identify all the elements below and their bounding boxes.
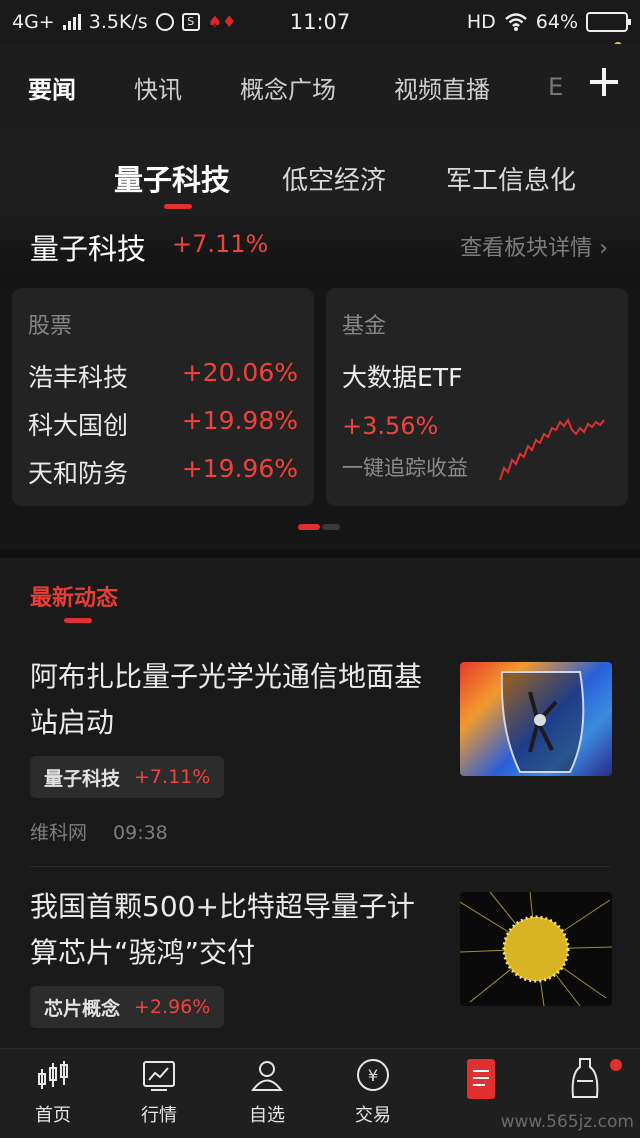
tab-video-live[interactable]: 视频直播 [394, 70, 490, 105]
news-meta: 维科网 09:38 [30, 818, 168, 845]
sector-tab-military-it[interactable]: 军工信息化 [446, 160, 576, 197]
stock-name: 浩丰科技 [28, 363, 129, 392]
sector-detail-link[interactable]: 查看板块详情 › [460, 230, 608, 262]
fund-card-title: 基金 [342, 314, 387, 339]
stock-row[interactable]: 科大国创 +19.98% [28, 406, 298, 442]
news-title-indicator [64, 618, 92, 623]
yuan-icon: ¥ [357, 1059, 389, 1091]
bottom-nav: 首页 行情 自选 ¥ 交易 www.565jz.com [0, 1048, 640, 1138]
news-source: 维科网 [30, 822, 88, 844]
sector-tab-indicator [164, 204, 192, 209]
stock-name: 科大国创 [28, 411, 129, 440]
nav-trade[interactable]: ¥ 交易 [328, 1057, 418, 1127]
top-nav: 要闻 快讯 概念广场 视频直播 E [0, 44, 640, 130]
candlestick-icon [38, 1061, 68, 1089]
status-bar: 4G+ 3.5K/s S ♠♦ 11:07 HD 64% [0, 0, 640, 44]
svg-text:¥: ¥ [368, 1066, 378, 1085]
pager-dot [322, 524, 340, 530]
fund-change: +3.56% [342, 412, 439, 440]
sector-tab-quantum[interactable]: 量子科技 [114, 157, 230, 199]
news-headline[interactable]: 我国首颗500+比特超导量子计算芯片“骁鸿”交付 [30, 884, 430, 976]
cards-notification-icon: ♠♦ [207, 12, 237, 31]
news-tag-name: 量子科技 [44, 767, 121, 790]
plus-icon[interactable] [590, 68, 618, 96]
news-time: 09:38 [113, 822, 168, 844]
stocks-card-title: 股票 [28, 314, 73, 339]
notification-dot [610, 1059, 622, 1071]
news-separator [30, 866, 610, 867]
pager-dot-active [298, 524, 320, 530]
chart-icon [143, 1061, 175, 1091]
wifi-icon [504, 13, 527, 31]
signal-icon [62, 14, 81, 30]
sector-detail-label: 查看板块详情 [460, 236, 593, 261]
news-tag[interactable]: 芯片概念 +2.96% [30, 986, 225, 1028]
tab-overflow[interactable]: E [548, 73, 563, 101]
news-tag-change: +7.11% [134, 766, 211, 788]
network-speed: 3.5K/s [88, 11, 148, 33]
news-section: 最新动态 阿布扎比量子光学光通信地面基站启动 量子科技 +7.11% 维科网 09… [0, 558, 640, 1048]
battery-icon [586, 12, 631, 32]
carousel-pager [298, 524, 342, 530]
tab-flash[interactable]: 快讯 [134, 70, 182, 105]
news-tag[interactable]: 量子科技 +7.11% [30, 756, 225, 798]
app-notification-icon [155, 13, 174, 31]
nav-news[interactable] [436, 1057, 526, 1109]
news-headline[interactable]: 阿布扎比量子光学光通信地面基站启动 [30, 654, 430, 746]
bottle-icon [571, 1058, 599, 1098]
nav-market[interactable]: 行情 [114, 1057, 204, 1127]
sector-tabs: 量子科技 低空经济 军工信息化 [0, 130, 640, 216]
tab-concept-square[interactable]: 概念广场 [240, 70, 336, 105]
stock-change: +20.06% [181, 358, 298, 387]
stock-change: +19.98% [181, 406, 298, 435]
stock-name: 天和防务 [28, 459, 129, 488]
fund-sparkline [499, 417, 605, 481]
watermark: www.565jz.com [500, 1112, 634, 1132]
hd-indicator: HD [466, 11, 496, 33]
nav-home[interactable]: 首页 [8, 1057, 98, 1127]
sector-tab-low-altitude[interactable]: 低空经济 [282, 160, 386, 197]
news-thumbnail[interactable] [460, 892, 612, 1006]
news-tag-name: 芯片概念 [44, 997, 121, 1020]
nav-trade-label: 交易 [355, 1105, 391, 1126]
user-icon [251, 1061, 283, 1091]
news-tag-change: +2.96% [134, 996, 211, 1018]
fund-description: 一键追踪收益 [342, 456, 468, 480]
stock-row[interactable]: 浩丰科技 +20.06% [28, 358, 298, 394]
stocks-card[interactable]: 股票 浩丰科技 +20.06% 科大国创 +19.98% 天和防务 +19.96… [12, 288, 314, 506]
battery-percent: 64% [535, 11, 578, 33]
nav-watchlist[interactable]: 自选 [222, 1057, 312, 1127]
nav-home-label: 首页 [35, 1105, 71, 1126]
fund-card[interactable]: 基金 大数据ETF +3.56% 一键追踪收益 [326, 288, 628, 506]
nav-market-label: 行情 [141, 1105, 177, 1126]
news-section-title: 最新动态 [30, 586, 119, 611]
s-notification-icon: S [181, 13, 200, 31]
network-type: 4G+ [12, 11, 55, 33]
fund-name: 大数据ETF [342, 363, 463, 392]
tab-news[interactable]: 要闻 [28, 70, 76, 105]
news-doc-icon [467, 1059, 495, 1099]
section-divider [0, 550, 640, 558]
news-thumbnail[interactable] [460, 662, 612, 776]
nav-watchlist-label: 自选 [249, 1105, 285, 1126]
stock-change: +19.96% [181, 454, 298, 483]
sector-change: +7.11% [172, 230, 269, 258]
chevron-right-icon: › [599, 236, 608, 261]
stock-row[interactable]: 天和防务 +19.96% [28, 454, 298, 490]
sector-name: 量子科技 [30, 232, 147, 266]
sector-header: 量子科技 +7.11% 查看板块详情 › [0, 216, 640, 288]
